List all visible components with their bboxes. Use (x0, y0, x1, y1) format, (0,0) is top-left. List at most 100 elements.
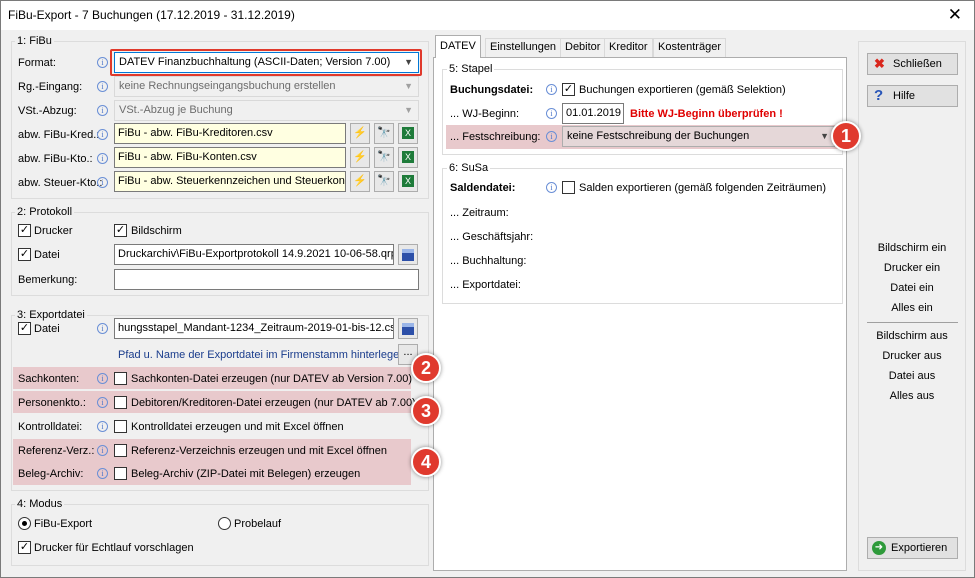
kto-field[interactable]: FiBu - abw. FiBu-Konten.csv (114, 147, 346, 168)
protokoll-drucker-checkbox[interactable]: ✓ (18, 224, 31, 237)
export-button[interactable]: ➜ Exportieren (867, 537, 958, 559)
modus-probe-label: Probelauf (234, 518, 282, 530)
kred-label: abw. FiBu-Kred.: (18, 129, 100, 141)
tab-einstellungen[interactable]: Einstellungen (485, 38, 562, 57)
kontroll-text: Kontrolldatei erzeugen und mit Excel öff… (131, 421, 344, 433)
export-datei-label: Datei (34, 323, 60, 335)
alles-aus-link[interactable]: Alles aus (857, 390, 967, 402)
ref-info-icon[interactable] (97, 445, 108, 456)
protokoll-bildschirm-checkbox[interactable]: ✓ (114, 224, 127, 237)
close-button[interactable]: ✖ Schließen (867, 53, 958, 75)
buchhaltung-label: ... Buchhaltung: (450, 255, 527, 267)
fest-info-icon[interactable] (546, 131, 557, 142)
floppy-disk-icon (402, 249, 414, 261)
format-select-value: DATEV Finanzbuchhaltung (ASCII-Daten; Ve… (119, 56, 391, 68)
modus-drucker-checkbox[interactable]: ✓ (18, 541, 31, 554)
buch-checkbox[interactable]: ✓ (562, 83, 575, 96)
chevron-down-icon: ▼ (404, 81, 413, 91)
kred-excel-button[interactable]: X (398, 123, 418, 144)
export-datei-info-icon[interactable] (97, 323, 108, 334)
vst-select: VSt.-Abzug je Buchung ▼ (114, 100, 419, 121)
rg-select-value: keine Rechnungseingangsbuchung erstellen (119, 80, 336, 92)
sach-label: Sachkonten: (18, 373, 80, 385)
modus-probe-radio[interactable] (218, 517, 231, 530)
export-button-label: Exportieren (891, 542, 948, 554)
fest-select[interactable]: keine Festschreibung der Buchungen ▼ (562, 126, 835, 147)
kred-lightning-button[interactable]: ⚡ (350, 123, 370, 144)
steuer-lightning-button[interactable]: ⚡ (350, 171, 370, 192)
protokoll-datei-field[interactable]: Druckarchiv\FiBu-Exportprotokoll 14.9.20… (114, 244, 394, 265)
tab-datev[interactable]: DATEV (435, 35, 481, 58)
datei-ein-link[interactable]: Datei ein (857, 282, 967, 294)
beleg-info-icon[interactable] (97, 468, 108, 479)
pers-info-icon[interactable] (97, 397, 108, 408)
group-stapel-title: 5: Stapel (447, 63, 495, 75)
format-info-icon[interactable] (97, 57, 108, 68)
steuer-field[interactable]: FiBu - abw. Steuerkennzeichen und Steuer… (114, 171, 346, 192)
export-datei-field[interactable]: hungsstapel_Mandant-1234_Zeitraum-2019-0… (114, 318, 394, 339)
export-arrow-icon: ➜ (872, 541, 886, 555)
steuer-excel-button[interactable]: X (398, 171, 418, 192)
pfad-link[interactable]: Pfad u. Name der Exportdatei im Firmenst… (118, 349, 408, 361)
close-button-label: Schließen (893, 58, 942, 70)
beleg-checkbox[interactable] (114, 467, 127, 480)
export-datei-checkbox[interactable]: ✓ (18, 322, 31, 335)
bildschirm-aus-link[interactable]: Bildschirm aus (857, 330, 967, 342)
kontroll-info-icon[interactable] (97, 421, 108, 432)
tab-kreditor[interactable]: Kreditor (604, 38, 653, 57)
salden-checkbox[interactable] (562, 181, 575, 194)
modus-drucker-label: Drucker für Echtlauf vorschlagen (34, 542, 194, 554)
close-window-icon[interactable]: ✕ (948, 5, 962, 25)
steuer-info-icon[interactable] (97, 177, 108, 188)
kontroll-checkbox[interactable] (114, 420, 127, 433)
tab-kostentraeger[interactable]: Kostenträger (653, 38, 726, 57)
vst-select-value: VSt.-Abzug je Buchung (119, 104, 233, 116)
fest-label: ... Festschreibung: (450, 131, 541, 143)
buch-label: Buchungsdatei: (450, 84, 534, 96)
salden-info-icon[interactable] (546, 182, 557, 193)
wj-field[interactable]: 01.01.2019 (562, 103, 624, 124)
kred-search-button[interactable]: 🔭 (374, 123, 394, 144)
kto-excel-button[interactable]: X (398, 147, 418, 168)
rg-select: keine Rechnungseingangsbuchung erstellen… (114, 76, 419, 97)
title-bar: FiBu-Export - 7 Buchungen (17.12.2019 - … (1, 1, 974, 30)
pers-checkbox[interactable] (114, 396, 127, 409)
help-button-label: Hilfe (893, 90, 916, 102)
binoculars-icon: 🔭 (377, 127, 391, 139)
modus-fibu-label: FiBu-Export (34, 518, 93, 530)
pers-label: Personenkto.: (18, 397, 86, 409)
bildschirm-ein-link[interactable]: Bildschirm ein (857, 242, 967, 254)
sach-checkbox[interactable] (114, 372, 127, 385)
alles-ein-link[interactable]: Alles ein (857, 302, 967, 314)
pers-text: Debitoren/Kreditoren-Datei erzeugen (nur… (131, 397, 416, 409)
protokoll-datei-checkbox[interactable]: ✓ (18, 248, 31, 261)
drucker-ein-link[interactable]: Drucker ein (857, 262, 967, 274)
kto-label: abw. FiBu-Kto.: (18, 153, 93, 165)
tab-debitor[interactable]: Debitor (560, 38, 606, 57)
ref-checkbox[interactable] (114, 444, 127, 457)
group-export-title: 3: Exportdatei (15, 309, 87, 321)
rg-info-icon[interactable] (97, 81, 108, 92)
sach-info-icon[interactable] (97, 373, 108, 384)
export-save-button[interactable] (398, 318, 418, 339)
protokoll-save-button[interactable] (398, 244, 418, 265)
kto-search-button[interactable]: 🔭 (374, 147, 394, 168)
help-icon: ? (874, 87, 884, 104)
modus-fibu-radio[interactable] (18, 517, 31, 530)
format-select[interactable]: DATEV Finanzbuchhaltung (ASCII-Daten; Ve… (114, 52, 419, 73)
ref-text: Referenz-Verzeichnis erzeugen und mit Ex… (131, 445, 387, 457)
steuer-search-button[interactable]: 🔭 (374, 171, 394, 192)
kto-lightning-button[interactable]: ⚡ (350, 147, 370, 168)
kred-info-icon[interactable] (97, 129, 108, 140)
buch-info-icon[interactable] (546, 84, 557, 95)
bemerkung-field[interactable] (114, 269, 419, 290)
vst-info-icon[interactable] (97, 105, 108, 116)
exportdatei-label: ... Exportdatei: (450, 279, 521, 291)
kred-field[interactable]: FiBu - abw. FiBu-Kreditoren.csv (114, 123, 346, 144)
format-label: Format: (18, 57, 56, 69)
drucker-aus-link[interactable]: Drucker aus (857, 350, 967, 362)
kto-info-icon[interactable] (97, 153, 108, 164)
help-button[interactable]: ? Hilfe (867, 85, 958, 107)
wj-info-icon[interactable] (546, 108, 557, 119)
datei-aus-link[interactable]: Datei aus (857, 370, 967, 382)
